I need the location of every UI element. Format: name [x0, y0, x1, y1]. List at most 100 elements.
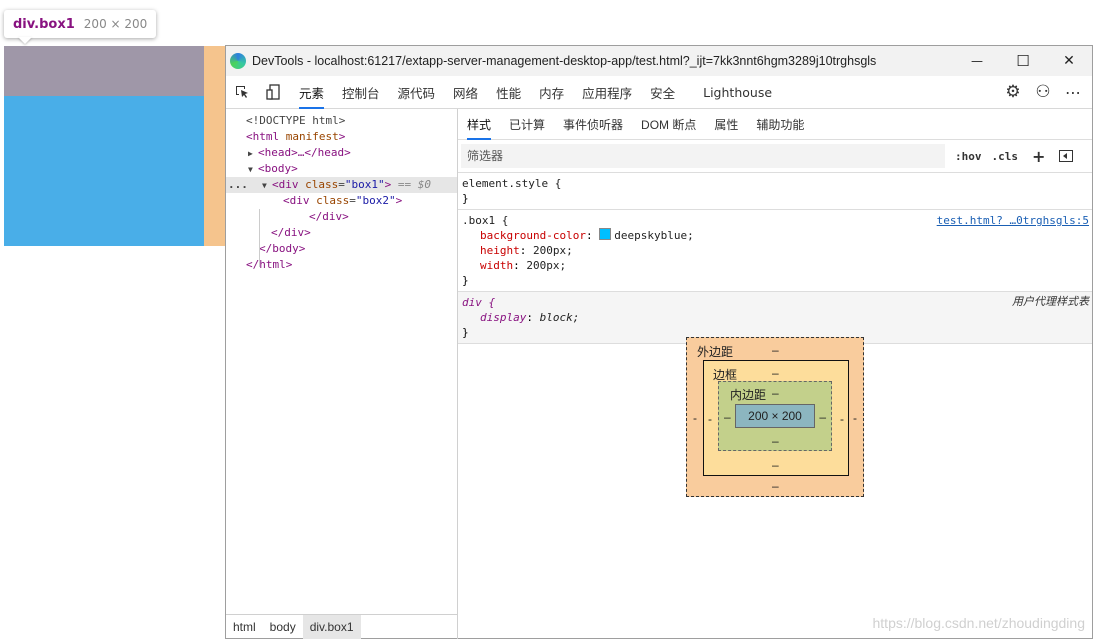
margin-bottom-value[interactable]: –: [772, 479, 779, 493]
div2-eq: =: [349, 194, 356, 207]
tab-memory[interactable]: 内存: [530, 76, 573, 108]
styles-pane: 样式 已计算 事件侦听器 DOM 断点 属性 辅助功能 :hov .cls + …: [458, 109, 1092, 639]
rule-box1[interactable]: .box1 { test.html? …0trghsgls:5 backgrou…: [458, 210, 1092, 292]
hov-toggle[interactable]: :hov: [955, 150, 982, 163]
css-property[interactable]: display: block;: [462, 310, 1088, 325]
property-name: background-color: [480, 229, 586, 242]
collapse-triangle-icon[interactable]: ▼: [248, 162, 258, 178]
tooltip-selector: div.box1: [13, 16, 75, 32]
subtab-event-listeners[interactable]: 事件侦听器: [554, 109, 632, 139]
tab-network[interactable]: 网络: [444, 76, 487, 108]
margin-right-value[interactable]: -: [853, 411, 857, 425]
property-name: width: [480, 259, 514, 272]
box-model-padding[interactable]: 内边距 – – – – 200 × 200: [718, 381, 832, 451]
maximize-icon: ☐: [1016, 52, 1030, 70]
page-margin-highlight: [204, 46, 226, 246]
device-emulation-icon: [266, 84, 280, 100]
div2-bracket: >: [395, 194, 403, 207]
node-actions-icon[interactable]: ...: [226, 177, 262, 193]
css-property[interactable]: width: 200px;: [462, 258, 1088, 273]
breadcrumb: html body div.box1: [226, 614, 457, 639]
dom-node-div-box1-close[interactable]: </div>: [226, 225, 457, 241]
div1-eq: =: [338, 178, 345, 191]
dom-node-html-close[interactable]: </html>: [226, 257, 457, 273]
breadcrumb-body[interactable]: body: [263, 615, 303, 639]
padding-bottom-value[interactable]: –: [772, 434, 779, 448]
margin-left-value[interactable]: -: [693, 411, 697, 425]
new-style-rule-button[interactable]: +: [1032, 147, 1045, 166]
tab-console[interactable]: 控制台: [333, 76, 389, 108]
subtab-dom-breakpoints[interactable]: DOM 断点: [632, 109, 705, 139]
settings-button[interactable]: ⚙: [998, 76, 1028, 108]
tab-lighthouse[interactable]: Lighthouse: [694, 76, 781, 108]
subtab-computed[interactable]: 已计算: [500, 109, 554, 139]
breadcrumb-html[interactable]: html: [226, 615, 263, 639]
rule-selector: element.style {: [462, 177, 562, 190]
border-left-value[interactable]: -: [708, 412, 712, 426]
html-bracket: >: [338, 130, 346, 143]
color-swatch-icon[interactable]: [599, 228, 612, 240]
dom-node-html[interactable]: <html manifest>: [226, 129, 457, 145]
rule-source-link[interactable]: test.html? …0trghsgls:5: [937, 213, 1089, 228]
dom-node-div-box1[interactable]: ... ▼ <div class="box1"> == $0: [226, 177, 457, 193]
expand-triangle-icon[interactable]: ▶: [248, 146, 258, 162]
doctype-text: <!DOCTYPE html>: [246, 114, 346, 127]
close-button[interactable]: ✕: [1046, 46, 1092, 76]
dom-node-doctype[interactable]: <!DOCTYPE html>: [226, 113, 457, 129]
tab-sources[interactable]: 源代码: [389, 76, 445, 108]
cls-toggle[interactable]: .cls: [992, 150, 1019, 163]
property-value: 200px;: [526, 259, 567, 272]
box-model-border[interactable]: 边框 – - - – 内边距 – – – – 200 × 200: [703, 360, 849, 476]
rule-close-brace: }: [462, 192, 469, 205]
subtab-styles[interactable]: 样式: [458, 109, 500, 140]
border-bottom-value[interactable]: –: [772, 458, 779, 472]
padding-left-value[interactable]: –: [724, 410, 731, 424]
padding-top-value[interactable]: –: [772, 386, 779, 400]
div2-val: "box2": [355, 194, 396, 207]
tooltip-arrow: [18, 37, 32, 44]
plus-icon: +: [1032, 146, 1046, 166]
css-property[interactable]: background-color: deepskyblue;: [462, 228, 1088, 243]
property-name: display: [480, 311, 527, 324]
tab-security[interactable]: 安全: [641, 76, 684, 108]
css-property[interactable]: height: 200px;: [462, 243, 1088, 258]
rule-element-style[interactable]: element.style { }: [458, 173, 1092, 210]
body-close-tag: </body>: [259, 242, 306, 255]
device-toolbar-button[interactable]: [258, 76, 290, 108]
collapse-triangle-icon[interactable]: ▼: [262, 178, 272, 194]
dom-node-body-close[interactable]: </body>: [226, 241, 457, 257]
div1-attr: class: [305, 178, 339, 191]
subtab-accessibility[interactable]: 辅助功能: [747, 109, 813, 139]
dom-node-div-box2[interactable]: <div class="box2">: [226, 193, 457, 209]
border-top-value[interactable]: –: [772, 366, 779, 380]
more-icon: ⋯: [1065, 82, 1081, 102]
head-tag: <head>…</head>: [258, 146, 351, 159]
div1-close-tag: </div>: [271, 226, 311, 239]
padding-right-value[interactable]: –: [819, 410, 826, 424]
subtab-properties[interactable]: 属性: [705, 109, 747, 139]
title-bar[interactable]: DevTools - localhost:61217/extapp-server…: [226, 46, 1092, 76]
feedback-button[interactable]: ⚇: [1028, 76, 1058, 108]
minimize-button[interactable]: —: [954, 46, 1000, 76]
padding-label: 内边距: [730, 388, 767, 402]
dom-node-body[interactable]: ▼ <body>: [226, 161, 457, 177]
tab-elements[interactable]: 元素: [290, 76, 333, 109]
border-right-value[interactable]: -: [840, 412, 844, 426]
toggle-sidebar-icon[interactable]: [1059, 150, 1074, 162]
maximize-button[interactable]: ☐: [1000, 46, 1046, 76]
inspect-element-button[interactable]: [226, 76, 258, 108]
styles-filter-input[interactable]: [461, 144, 945, 168]
tab-performance[interactable]: 性能: [487, 76, 530, 108]
box-model-content[interactable]: 200 × 200: [735, 404, 815, 428]
dom-node-div-box2-close[interactable]: </div>: [226, 209, 457, 225]
margin-top-value[interactable]: –: [772, 343, 779, 357]
box-model-margin[interactable]: 外边距 – - - – 边框 – - - – 内边距 – – – – 200 ×…: [686, 337, 864, 497]
breadcrumb-div-box1[interactable]: div.box1: [302, 615, 361, 639]
div1-val: "box1": [344, 178, 385, 191]
property-name: height: [480, 244, 520, 257]
tab-application[interactable]: 应用程序: [573, 76, 641, 108]
dom-node-head[interactable]: ▶ <head>…</head>: [226, 145, 457, 161]
selected-node-marker: == $0: [397, 178, 431, 191]
more-options-button[interactable]: ⋯: [1058, 76, 1088, 108]
watermark: https://blog.csdn.net/zhoudingding: [872, 615, 1086, 631]
